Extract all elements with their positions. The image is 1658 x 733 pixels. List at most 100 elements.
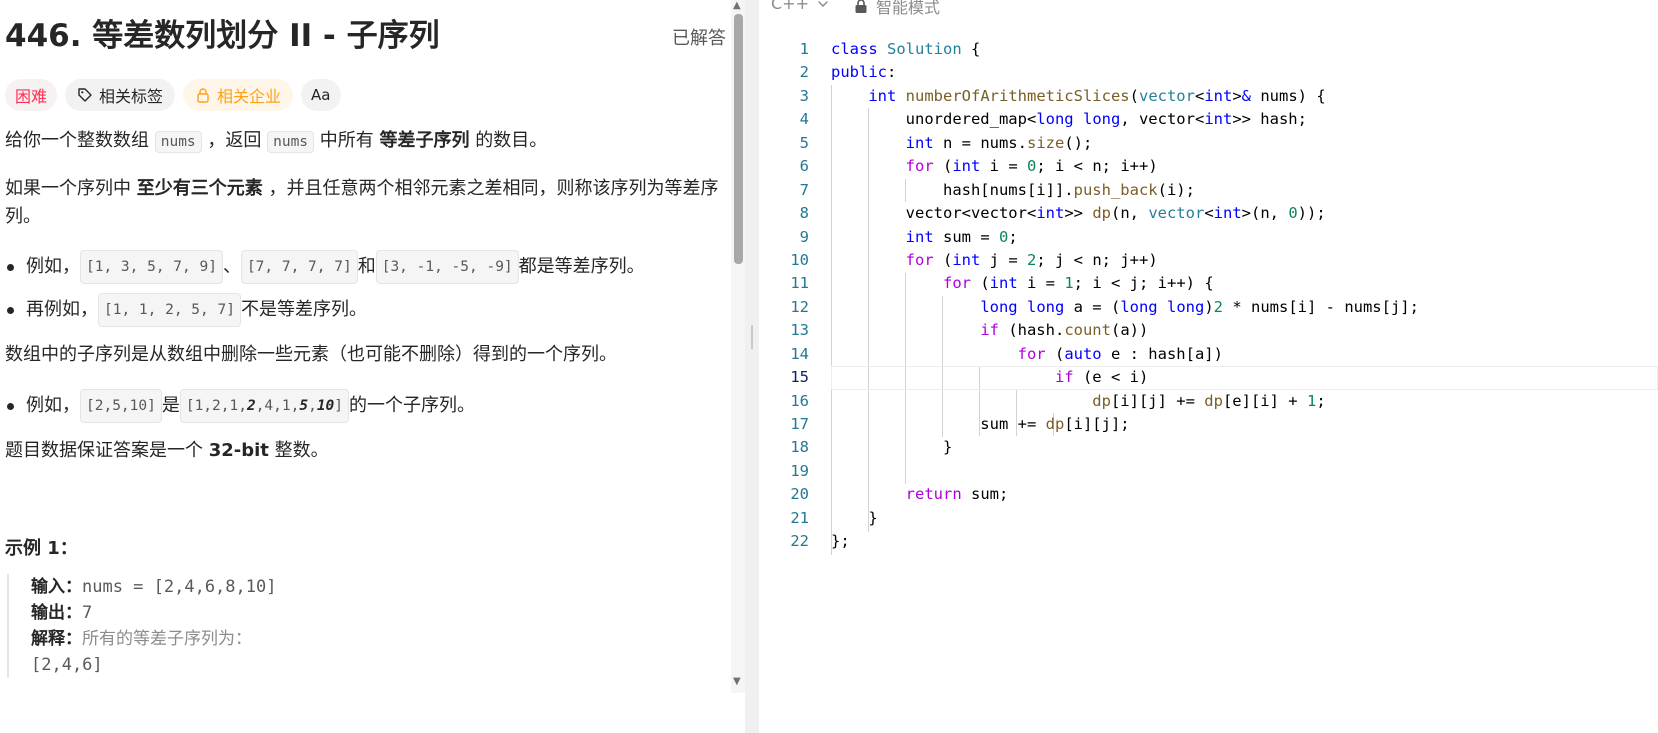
tags-row: 困难 相关标签 相关企业 Aa: [5, 79, 341, 111]
code-line[interactable]: 17 sum += dp[i][j];: [759, 413, 1658, 436]
code-line[interactable]: 19: [759, 460, 1658, 483]
code-highlight: 5: [299, 398, 309, 414]
line-number: 2: [799, 63, 809, 82]
code-line[interactable]: 3 int numberOfArithmeticSlices(vector<in…: [759, 85, 1658, 108]
code-line[interactable]: 1 class Solution {: [759, 38, 1658, 61]
related-companies-label: 相关企业: [217, 87, 282, 106]
code-line-active[interactable]: 15 if (e < i): [759, 366, 1658, 390]
difficulty-badge: 困难: [5, 79, 58, 111]
code-editor[interactable]: 1 class Solution { 2 public: 3 int numberO…: [759, 38, 1658, 555]
scroll-up-icon[interactable]: ▲: [733, 0, 741, 11]
smart-mode-toggle[interactable]: 智能模式: [854, 0, 940, 18]
tag-icon: [78, 88, 92, 102]
line-number: 18: [790, 438, 809, 457]
line-number: 17: [790, 415, 809, 433]
code-highlight: 2: [246, 398, 256, 414]
text-span: 的一个子序列。: [349, 395, 476, 416]
code-line[interactable]: 22};: [759, 530, 1658, 553]
text-span: 都是等差序列。: [518, 256, 645, 277]
line-number: 7: [799, 180, 809, 199]
example-input: 输入：nums = [2,4,6,8,10]: [31, 574, 707, 600]
line-number: 22: [790, 532, 809, 551]
solved-status-label: 已解答: [672, 28, 726, 49]
list-item: 例如， [2,5,10] 是 [1,2,1,2,4,1,5,10] 的一个子序列。: [5, 389, 475, 423]
text-span: 、: [222, 256, 241, 277]
description-paragraph-4: 题目数据保证答案是一个 32-bit 整数。: [5, 437, 750, 465]
font-size-button[interactable]: Aa: [301, 79, 341, 111]
title-row: 446. 等差数列划分 II - 子序列 已解答: [5, 14, 750, 58]
line-number: 10: [790, 250, 809, 269]
code-part: [1,2,1,: [185, 398, 247, 414]
code-line[interactable]: 13 if (hash.count(a)): [759, 319, 1658, 342]
related-tags-button[interactable]: 相关标签: [65, 79, 176, 111]
text-span: 和: [357, 256, 376, 277]
line-number: 19: [790, 461, 809, 480]
mode-label: 智能模式: [876, 0, 941, 17]
line-number: 11: [790, 274, 809, 293]
code-line[interactable]: 20 return sum;: [759, 483, 1658, 506]
description-scrollbar[interactable]: ▲ ▼: [731, 0, 745, 693]
description-paragraph-1: 给你一个整数数组 nums ，返回 nums 中所有 等差子序列 的数目。: [5, 127, 750, 156]
code-line[interactable]: 14 for (auto e : hash[a]): [759, 343, 1658, 366]
code-line[interactable]: 18 }: [759, 436, 1658, 459]
chevron-down-icon: [818, 0, 828, 7]
output-value: 7: [82, 603, 93, 623]
explain-value: 所有的等差子序列为：: [82, 629, 252, 649]
text-span: 例如，: [26, 256, 80, 277]
list-item: 再例如， [1, 1, 2, 5, 7] 不是等差序列。: [5, 293, 367, 327]
line-number: 5: [799, 133, 809, 152]
text-span: ，返回: [201, 130, 268, 151]
example-block: 输入：nums = [2,4,6,8,10] 输出：7 解释：所有的等差子序列为…: [7, 574, 707, 678]
code-line[interactable]: 16 dp[i][j] += dp[e][i] + 1;: [759, 390, 1658, 413]
output-label: 输出：: [31, 603, 82, 623]
code-line[interactable]: 5 int n = nums.size();: [759, 132, 1658, 155]
code-line[interactable]: 21 }: [759, 507, 1658, 530]
code-line[interactable]: 2 public:: [759, 61, 1658, 84]
input-value: nums = [2,4,6,8,10]: [82, 577, 277, 597]
text-span: 的数目。: [469, 130, 548, 151]
lock-icon: [855, 0, 867, 13]
text-span: 整数。: [268, 440, 329, 461]
code-line[interactable]: 7 hash[nums[i]].push_back(i);: [759, 179, 1658, 202]
bullet-dot: [7, 402, 14, 410]
line-number: 3: [799, 86, 809, 105]
line-number: 1: [799, 40, 809, 58]
inline-code: [7, 7, 7, 7]: [240, 250, 358, 284]
code-line[interactable]: 4 unordered_map<long long, vector<int>> …: [759, 108, 1658, 131]
translate-icon: Aa: [311, 86, 331, 104]
code-part: ,: [308, 398, 317, 414]
inline-code: [1, 1, 2, 5, 7]: [98, 293, 241, 327]
example-title: 示例 1：: [5, 538, 78, 559]
related-tags-label: 相关标签: [99, 87, 164, 106]
code-line[interactable]: 10 for (int j = 2; j < n; j++): [759, 249, 1658, 272]
scrollbar-thumb[interactable]: [734, 14, 743, 264]
line-number: 9: [799, 227, 809, 246]
code-line[interactable]: 6 for (int i = 0; i < n; i++): [759, 155, 1658, 178]
code-part: ,4,1,: [255, 398, 300, 414]
language-select[interactable]: C++: [771, 0, 829, 13]
code-line[interactable]: 8 vector<vector<int>> dp(n, vector<int>(…: [759, 202, 1658, 225]
panel-resize-handle[interactable]: [745, 0, 759, 733]
code-line[interactable]: 9 int sum = 0;: [759, 226, 1658, 249]
line-number: 4: [799, 110, 809, 129]
drag-grip-icon[interactable]: [751, 325, 753, 349]
text-span: 再例如，: [26, 299, 98, 320]
code-line[interactable]: 11 for (int i = 1; i < j; i++) {: [759, 272, 1658, 295]
description-paragraph-3: 数组中的子序列是从数组中删除一些元素（也可能不删除）得到的一个序列。: [5, 344, 617, 365]
line-number: 16: [790, 391, 809, 410]
scroll-down-icon[interactable]: ▼: [733, 676, 741, 687]
line-number: 21: [790, 508, 809, 527]
line-number: 15: [790, 368, 809, 387]
editor-toolbar: C++ 智能模式: [759, 0, 1658, 28]
code-line[interactable]: 12 long long a = (long long)2 * nums[i] …: [759, 296, 1658, 319]
code-editor-panel: C++ 智能模式 1 class Solution { 2 public: 3 in…: [759, 0, 1658, 733]
related-companies-button[interactable]: 相关企业: [183, 79, 294, 111]
page-title[interactable]: 446. 等差数列划分 II - 子序列: [5, 14, 750, 58]
text-span: 给你一个整数数组: [5, 130, 155, 151]
inline-code: [1, 3, 5, 7, 9]: [80, 250, 223, 284]
text-span: 中所有: [314, 130, 380, 151]
inline-code: [3, -1, -5, -9]: [375, 250, 519, 284]
inline-code: nums: [154, 131, 202, 153]
bold-text: 至少有三个元素: [136, 178, 263, 199]
bold-text: 32-bit: [208, 440, 269, 461]
